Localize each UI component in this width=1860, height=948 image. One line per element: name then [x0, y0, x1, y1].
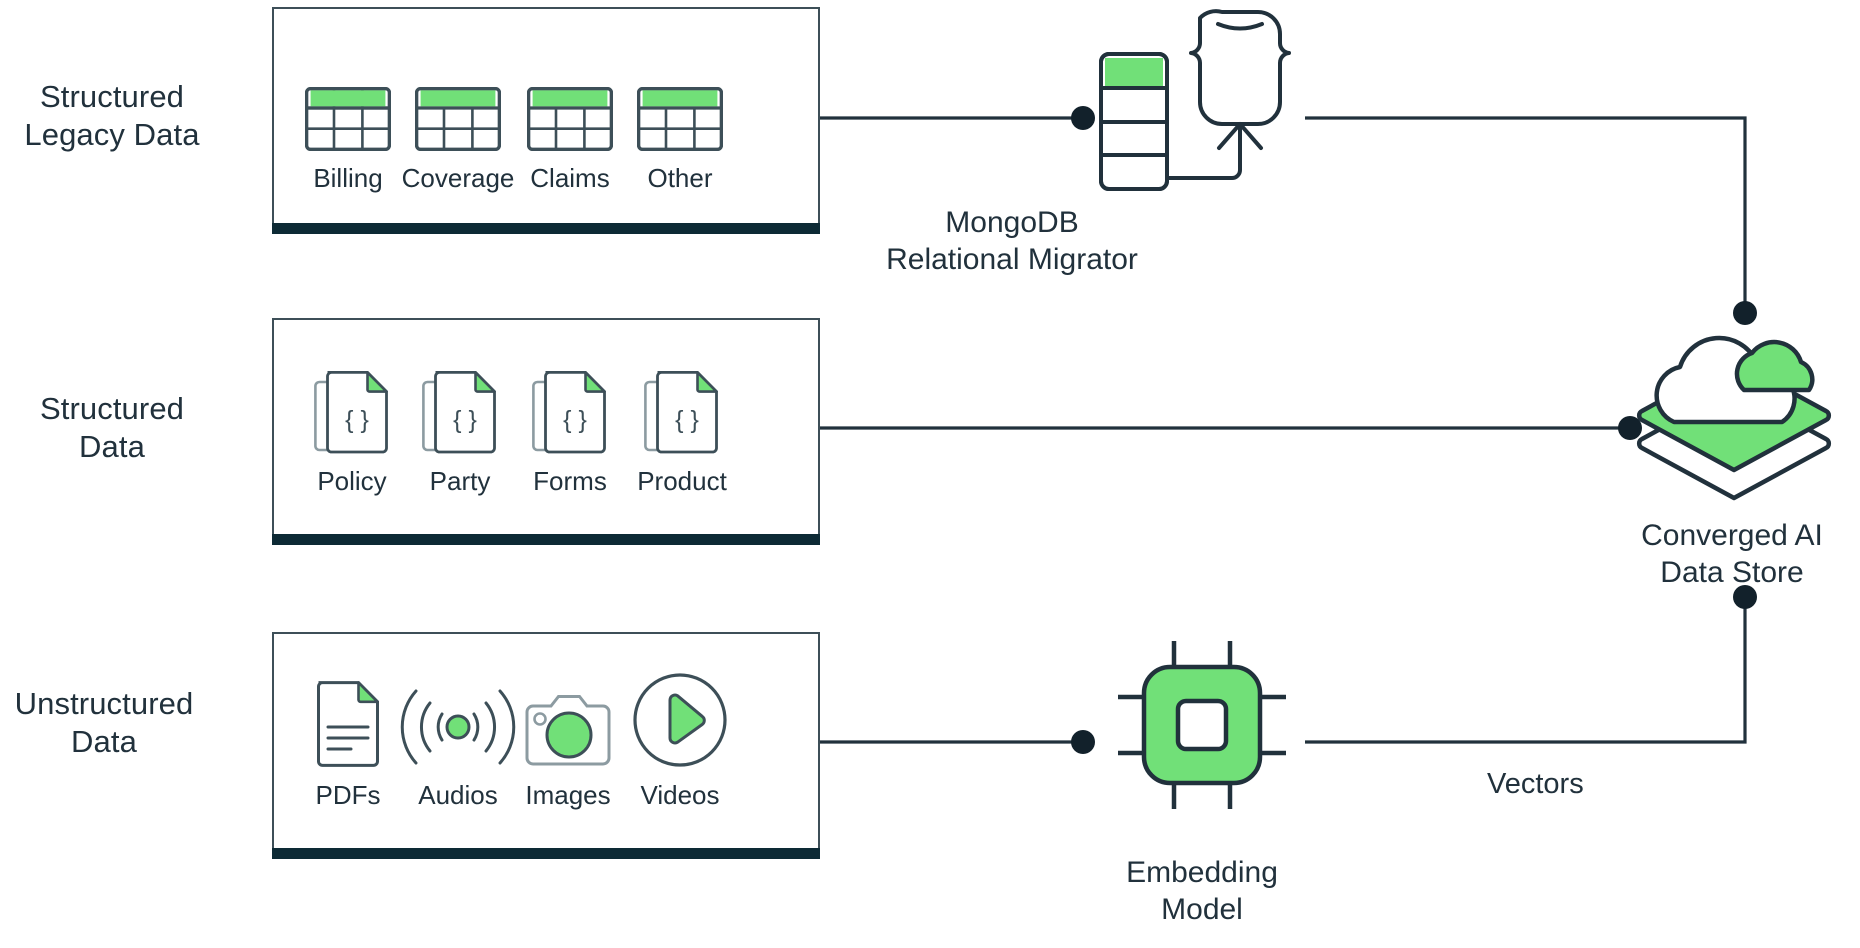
row-label-line2: Data	[71, 723, 137, 759]
row-label-line2: Data	[79, 428, 145, 464]
node-label-line2: Model	[1161, 892, 1243, 926]
dot-legacy-migrator	[1071, 106, 1095, 130]
edge-label-vectors: Vectors	[1487, 768, 1584, 800]
item-product[interactable]: { } Product	[622, 358, 742, 497]
item-caption: Audios	[418, 780, 498, 810]
item-other[interactable]: Other	[620, 55, 740, 194]
node-label-embedding: Embedding Model	[1022, 855, 1382, 928]
json-document-icon: { }	[510, 358, 630, 454]
json-document-icon: { }	[292, 358, 412, 454]
node-label-line1: Converged AI	[1641, 519, 1823, 552]
item-caption: Claims	[530, 163, 610, 193]
node-label-line2: Data Store	[1660, 555, 1804, 589]
node-label-migrator: MongoDB Relational Migrator	[832, 205, 1192, 278]
svg-text:{ }: { }	[675, 406, 699, 434]
node-label-line1: Embedding	[1126, 856, 1278, 889]
item-audios[interactable]: Audios	[398, 672, 518, 811]
json-document-icon: { }	[622, 358, 742, 454]
row-label-line2: Legacy Data	[24, 116, 200, 152]
item-caption: Coverage	[401, 163, 515, 193]
item-party[interactable]: { } Party	[400, 358, 520, 497]
camera-icon	[508, 672, 628, 768]
node-label-datastore: Converged AI Data Store	[1552, 518, 1860, 591]
row-label-line1: Structured	[39, 79, 184, 114]
dot-unstructured-embedding	[1071, 730, 1095, 754]
chip-icon[interactable]	[1112, 635, 1292, 815]
item-billing[interactable]: Billing	[288, 55, 408, 194]
item-policy[interactable]: { } Policy	[292, 358, 412, 497]
relational-migrator-icon[interactable]	[1095, 9, 1310, 210]
item-claims[interactable]: Claims	[510, 55, 630, 194]
row-label-structured-legacy-data: Structured Legacy Data	[0, 78, 232, 154]
item-forms[interactable]: { } Forms	[510, 358, 630, 497]
video-play-icon	[620, 672, 740, 768]
item-images[interactable]: Images	[508, 672, 628, 811]
table-icon	[510, 55, 630, 151]
node-label-line1: MongoDB	[945, 206, 1079, 239]
item-caption: Images	[525, 780, 611, 810]
dot-migrator-datastore	[1733, 301, 1757, 325]
row-label-structured-data: Structured Data	[0, 390, 232, 466]
edge-migrator-to-datastore	[1305, 116, 1747, 305]
svg-text:{ }: { }	[563, 406, 587, 434]
row-label-line1: Unstructured	[14, 686, 194, 721]
item-coverage[interactable]: Coverage	[398, 55, 518, 194]
item-videos[interactable]: Videos	[620, 672, 740, 811]
svg-text:{ }: { }	[453, 406, 477, 434]
node-label-line2: Relational Migrator	[886, 242, 1138, 276]
pdf-document-icon	[288, 672, 408, 768]
audio-wave-icon	[398, 672, 518, 768]
edge-embedding-to-datastore	[1305, 600, 1747, 744]
item-caption: Forms	[533, 466, 607, 496]
item-caption: PDFs	[315, 780, 381, 810]
row-label-line1: Structured	[39, 391, 184, 426]
svg-text:{ }: { }	[345, 406, 369, 434]
item-caption: Product	[637, 466, 727, 496]
table-icon	[398, 55, 518, 151]
table-icon	[620, 55, 740, 151]
group-box-bar-unstructured-data	[272, 848, 820, 859]
row-label-unstructured-data: Unstructured Data	[0, 685, 224, 761]
table-icon	[288, 55, 408, 151]
item-pdfs[interactable]: PDFs	[288, 672, 408, 811]
item-caption: Other	[647, 163, 713, 193]
item-caption: Party	[429, 466, 491, 496]
item-caption: Policy	[317, 466, 387, 496]
item-caption: Billing	[313, 163, 383, 193]
json-document-icon: { }	[400, 358, 520, 454]
cloud-data-store-icon[interactable]	[1632, 330, 1836, 502]
diagram-canvas: Structured Legacy Data Billing Coverage …	[0, 0, 1860, 948]
group-box-bar-structured-legacy-data	[272, 223, 820, 234]
item-caption: Videos	[640, 780, 720, 810]
group-box-bar-structured-data	[272, 534, 820, 545]
